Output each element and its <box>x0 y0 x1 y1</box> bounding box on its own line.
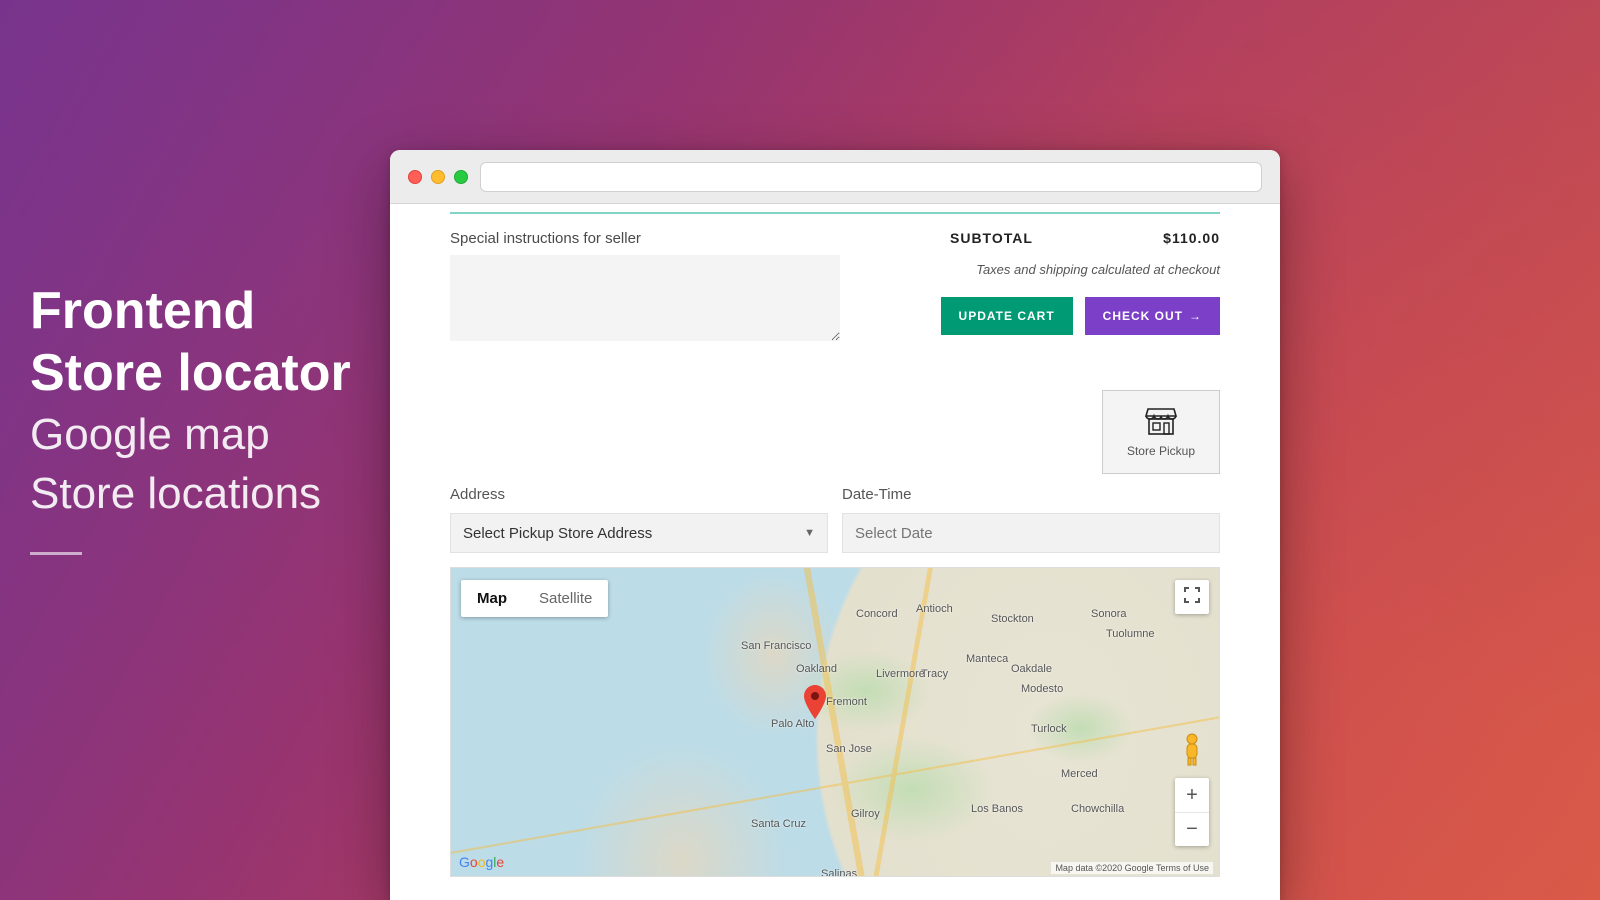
zoom-control: + − <box>1175 778 1209 846</box>
promo-caption: Frontend Store locator Google map Store … <box>30 280 351 555</box>
subtotal-value: $110.00 <box>1163 230 1220 246</box>
map-city-label: Manteca <box>966 653 1008 665</box>
map-attribution: Map data ©2020 Google Terms of Use <box>1051 862 1213 874</box>
fullscreen-control <box>1175 580 1209 614</box>
divider <box>450 212 1220 214</box>
subtotal-label: SUBTOTAL <box>950 230 1033 246</box>
pegman-icon[interactable] <box>1177 732 1207 766</box>
store-pickup-label: Store Pickup <box>1127 444 1195 458</box>
caption-line-3: Google map <box>30 405 351 464</box>
map-city-label: Salinas <box>821 868 857 877</box>
map-city-label: Concord <box>856 608 898 620</box>
address-label: Address <box>450 486 828 503</box>
map-city-label: Oakdale <box>1011 663 1052 675</box>
caption-line-4: Store locations <box>30 464 351 523</box>
google-map[interactable]: San Francisco Oakland Palo Alto San Jose… <box>450 567 1220 877</box>
pickup-date-input[interactable] <box>842 513 1220 553</box>
map-city-label: Oakland <box>796 663 837 675</box>
instructions-textarea[interactable] <box>450 255 840 341</box>
chevron-down-icon: ▼ <box>804 527 815 539</box>
store-icon <box>1143 406 1179 436</box>
browser-window: Special instructions for seller SUBTOTAL… <box>390 150 1280 900</box>
map-city-label: Santa Cruz <box>751 818 806 830</box>
google-logo: Google <box>459 854 504 870</box>
store-pickup-toggle[interactable]: Store Pickup <box>1102 390 1220 474</box>
datetime-label: Date-Time <box>842 486 1220 503</box>
zoom-out-button[interactable]: − <box>1175 812 1209 846</box>
browser-titlebar <box>390 150 1280 204</box>
minimize-icon[interactable] <box>431 170 445 184</box>
pickup-address-select[interactable]: Select Pickup Store Address ▼ <box>450 513 828 553</box>
map-city-label: Sonora <box>1091 608 1126 620</box>
map-city-label: Antioch <box>916 603 953 615</box>
checkout-button[interactable]: CHECK OUT → <box>1085 297 1220 335</box>
close-icon[interactable] <box>408 170 422 184</box>
map-city-label: Gilroy <box>851 808 880 820</box>
map-city-label: Fremont <box>826 696 867 708</box>
map-city-label: Palo Alto <box>771 718 814 730</box>
zoom-in-button[interactable]: + <box>1175 778 1209 812</box>
map-type-map-button[interactable]: Map <box>461 580 523 617</box>
map-city-label: Chowchilla <box>1071 803 1124 815</box>
map-city-label: Tracy <box>921 668 948 680</box>
map-type-switch: Map Satellite <box>461 580 608 617</box>
map-city-label: Livermore <box>876 668 925 680</box>
instructions-label: Special instructions for seller <box>450 230 840 247</box>
update-cart-button[interactable]: UPDATE CART <box>941 297 1073 335</box>
fullscreen-icon <box>1184 587 1200 603</box>
url-bar[interactable] <box>480 162 1262 192</box>
caption-line-2: Store locator <box>30 342 351 404</box>
map-city-label: San Jose <box>826 743 872 755</box>
map-city-label: Modesto <box>1021 683 1063 695</box>
map-city-label: San Francisco <box>741 640 811 652</box>
fullscreen-button[interactable] <box>1175 580 1209 614</box>
map-city-label: Turlock <box>1031 723 1067 735</box>
maximize-icon[interactable] <box>454 170 468 184</box>
map-city-label: Merced <box>1061 768 1098 780</box>
caption-divider <box>30 552 82 555</box>
map-type-satellite-button[interactable]: Satellite <box>523 580 608 617</box>
caption-line-1: Frontend <box>30 280 351 342</box>
map-city-label: Los Banos <box>971 803 1023 815</box>
map-pin-icon <box>804 685 826 719</box>
arrow-right-icon: → <box>1189 309 1202 323</box>
window-controls <box>408 170 468 184</box>
tax-note: Taxes and shipping calculated at checkou… <box>941 262 1220 277</box>
map-city-label: Stockton <box>991 613 1034 625</box>
map-city-label: Tuolumne <box>1106 628 1155 640</box>
